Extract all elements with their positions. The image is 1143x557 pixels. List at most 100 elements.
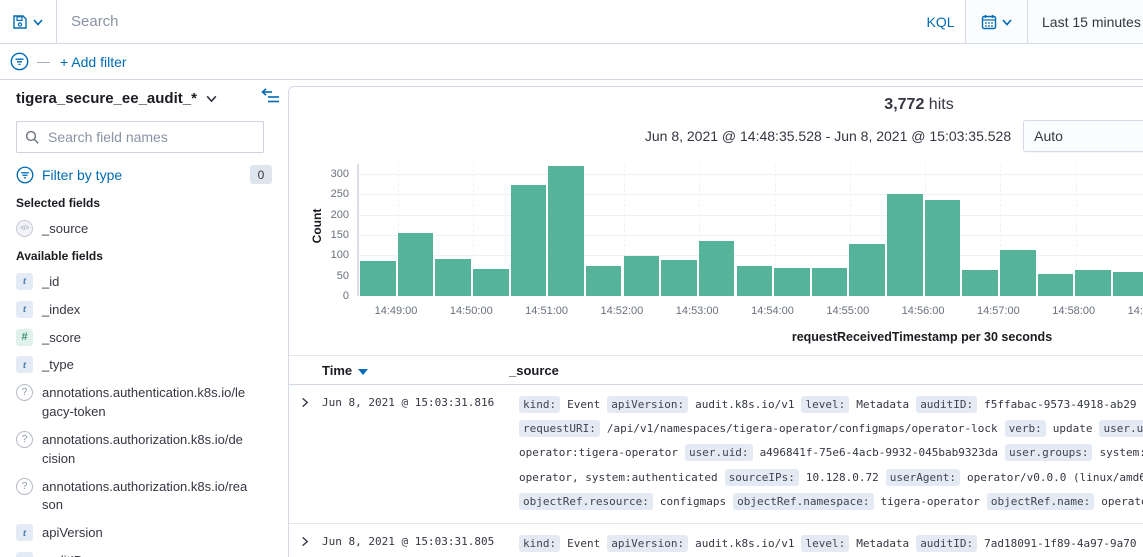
search-placeholder: Search bbox=[71, 13, 119, 30]
y-tick-label: 200 bbox=[331, 209, 349, 221]
field-value: Metadata bbox=[856, 398, 909, 411]
hits-count: 3,772 bbox=[884, 96, 924, 113]
save-query-button[interactable] bbox=[0, 0, 57, 43]
expand-row-icon[interactable] bbox=[299, 534, 310, 552]
field-type-string-icon: t bbox=[16, 301, 33, 318]
kql-button[interactable]: KQL bbox=[916, 0, 966, 43]
field-value: update bbox=[1053, 422, 1093, 435]
selected-fields-heading: Selected fields bbox=[16, 196, 272, 210]
table-row: Jun 8, 2021 @ 15:03:31.805kind:EventapiV… bbox=[289, 524, 1143, 557]
field-item-annotations.authorization.k8s.io/decision[interactable]: ?annotations.authorization.k8s.io/decisi… bbox=[16, 431, 272, 469]
field-type-string-icon: t bbox=[16, 524, 33, 541]
field-value: f5ffabac-9573-4918-ab29 bbox=[984, 398, 1136, 411]
field-item-_type[interactable]: t_type bbox=[16, 356, 272, 375]
field-name: annotations.authorization.k8s.io/reason bbox=[42, 478, 248, 516]
histogram-bar-14:51:00[interactable] bbox=[548, 166, 584, 296]
field-item-_id[interactable]: t_id bbox=[16, 273, 272, 292]
y-tick-label: 300 bbox=[331, 168, 349, 180]
collapse-sidebar-button[interactable] bbox=[261, 88, 281, 104]
y-gridline bbox=[359, 215, 1143, 216]
field-item-annotations.authorization.k8s.io/reason[interactable]: ?annotations.authorization.k8s.io/reason bbox=[16, 478, 272, 516]
chevron-down-icon bbox=[205, 92, 218, 105]
sort-desc-icon bbox=[358, 369, 368, 375]
histogram-bar-14:58:00[interactable] bbox=[1075, 270, 1111, 296]
field-type-unknown-icon: ? bbox=[16, 384, 33, 401]
histogram-bar-14:53:00[interactable] bbox=[699, 241, 735, 296]
index-pattern-name: tigera_secure_ee_audit_* bbox=[16, 90, 197, 107]
histogram-bar-14:56:30[interactable] bbox=[962, 270, 998, 296]
histogram-plot[interactable]: 050100150200250300 bbox=[357, 164, 1143, 296]
filter-icon bbox=[16, 166, 34, 184]
histogram-bar-14:48:30[interactable] bbox=[360, 261, 396, 296]
histogram-time-range: Jun 8, 2021 @ 14:48:35.528 - Jun 8, 2021… bbox=[645, 128, 1011, 144]
interval-value: Auto bbox=[1034, 128, 1063, 144]
field-value: a496841f-75e6-4acb-9932-045bab9323da bbox=[760, 446, 998, 459]
field-key-badge: objectRef.name: bbox=[987, 493, 1094, 510]
histogram-bar-14:57:00[interactable] bbox=[1000, 250, 1036, 296]
selected-fields-list: </>_source bbox=[16, 220, 272, 239]
filter-divider: — bbox=[37, 54, 50, 69]
documents-table: Time _source Jun 8, 2021 @ 15:03:31.816k… bbox=[289, 355, 1143, 557]
field-type-unknown-icon: ? bbox=[16, 431, 33, 448]
filter-icon[interactable] bbox=[10, 52, 29, 71]
field-value: audit.k8s.io/v1 bbox=[695, 398, 794, 411]
x-tick-label: 14:49:00 bbox=[375, 305, 418, 317]
field-value: Event bbox=[567, 537, 600, 550]
available-fields-heading: Available fields bbox=[16, 249, 272, 263]
histogram-bar-14:52:30[interactable] bbox=[661, 260, 697, 296]
index-pattern-switcher[interactable]: tigera_secure_ee_audit_* bbox=[16, 90, 272, 107]
histogram-bar-14:58:30[interactable] bbox=[1113, 272, 1143, 296]
histogram-bar-14:54:00[interactable] bbox=[774, 268, 810, 296]
field-value: Metadata bbox=[856, 537, 909, 550]
hits-label: hits bbox=[929, 96, 954, 113]
source-line: kind:EventapiVersion:audit.k8s.io/v1leve… bbox=[519, 532, 1143, 556]
add-filter-button[interactable]: + Add filter bbox=[60, 54, 127, 70]
expand-row-icon[interactable] bbox=[299, 395, 310, 413]
field-item-_score[interactable]: #_score bbox=[16, 329, 272, 348]
histogram-bar-14:50:30[interactable] bbox=[511, 185, 547, 296]
field-item-_index[interactable]: t_index bbox=[16, 301, 272, 320]
field-key-badge: apiVersion: bbox=[607, 535, 688, 552]
search-input[interactable]: Search bbox=[57, 0, 916, 43]
y-tick-label: 150 bbox=[331, 229, 349, 241]
source-line: operator, system:authenticatedsourceIPs:… bbox=[519, 466, 1143, 490]
x-tick-label: 14:50:00 bbox=[450, 305, 493, 317]
histogram-bar-14:52:00[interactable] bbox=[624, 256, 660, 296]
field-key-badge: auditID: bbox=[916, 396, 977, 413]
time-range-button[interactable]: Last 15 minutes bbox=[1028, 0, 1143, 43]
field-key-badge: user.groups: bbox=[1005, 444, 1092, 461]
field-item-apiVersion[interactable]: tapiVersion bbox=[16, 524, 272, 543]
search-icon bbox=[25, 130, 40, 145]
histogram-bar-14:53:30[interactable] bbox=[737, 266, 773, 296]
field-item-_source[interactable]: </>_source bbox=[16, 220, 272, 239]
field-name: _score bbox=[42, 329, 248, 348]
column-header-time[interactable]: Time bbox=[322, 363, 368, 378]
field-value: operator:tigera-operator bbox=[519, 446, 678, 459]
histogram-bar-14:56:00[interactable] bbox=[925, 200, 961, 296]
histogram-bar-14:57:30[interactable] bbox=[1038, 274, 1074, 296]
field-search-input[interactable]: Search field names bbox=[16, 121, 264, 153]
field-value: operator, system:authenticated bbox=[519, 471, 718, 484]
quick-select-button[interactable] bbox=[966, 0, 1028, 43]
histogram-bar-14:54:30[interactable] bbox=[812, 268, 848, 296]
field-key-badge: userAgent: bbox=[886, 469, 960, 486]
filter-bar: — + Add filter bbox=[0, 44, 1143, 80]
field-item-auditID[interactable]: tauditID bbox=[16, 552, 272, 557]
histogram-bar-14:51:30[interactable] bbox=[586, 266, 622, 296]
interval-select[interactable]: Auto bbox=[1023, 120, 1143, 152]
cell-time: Jun 8, 2021 @ 15:03:31.816 bbox=[322, 396, 494, 409]
histogram-bar-14:50:00[interactable] bbox=[473, 269, 509, 296]
histogram-bar-14:55:00[interactable] bbox=[849, 244, 885, 296]
cell-time: Jun 8, 2021 @ 15:03:31.805 bbox=[322, 535, 494, 548]
histogram-bar-14:55:30[interactable] bbox=[887, 194, 923, 296]
field-value: configmaps bbox=[660, 495, 726, 508]
field-item-annotations.authentication.k8s.io/legacy-token[interactable]: ? annotations.authentication.k8s.io/legac… bbox=[16, 384, 272, 422]
histogram-bar-14:49:00[interactable] bbox=[398, 233, 434, 296]
x-tick-label: 14:55:00 bbox=[826, 305, 869, 317]
filter-by-type[interactable]: Filter by type 0 bbox=[16, 165, 272, 184]
time-range-row: Jun 8, 2021 @ 14:48:35.528 - Jun 8, 2021… bbox=[289, 120, 1143, 152]
field-key-badge: verb: bbox=[1005, 420, 1046, 437]
field-key-badge: objectRef.resource: bbox=[519, 493, 653, 510]
field-name: annotations.authentication.k8s.io/legacy… bbox=[42, 384, 248, 422]
histogram-bar-14:49:30[interactable] bbox=[435, 259, 471, 296]
